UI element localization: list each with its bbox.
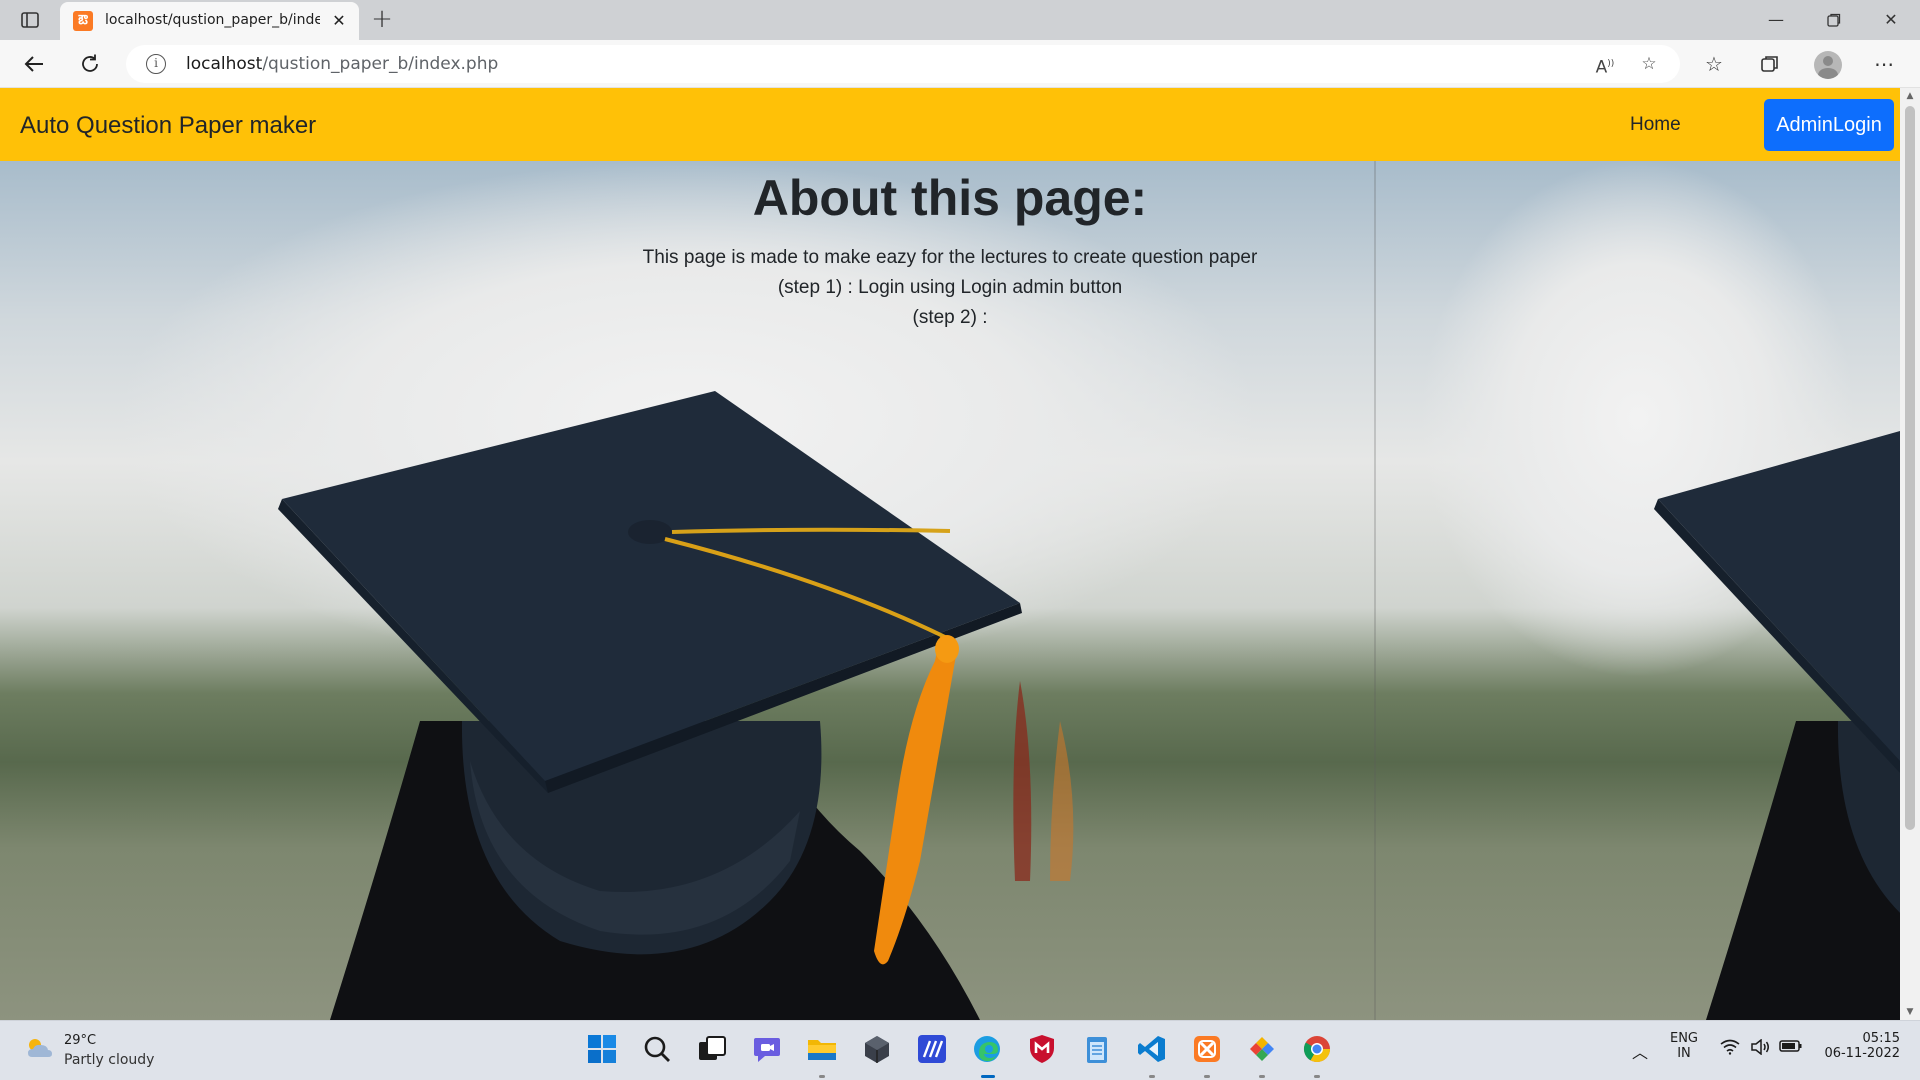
start-icon[interactable] <box>586 1033 618 1065</box>
tab-title: localhost/qustion_paper_b/index.php <box>105 12 320 28</box>
edge-icon[interactable] <box>971 1033 1003 1078</box>
page-scrollbar[interactable]: ▲ ▼ <box>1900 88 1920 1020</box>
battery-icon[interactable] <box>1778 1039 1804 1057</box>
url-text[interactable]: localhost/qustion_paper_b/index.php <box>186 54 498 74</box>
tab-close-icon[interactable]: ✕ <box>328 10 350 32</box>
language-indicator[interactable]: ENG IN <box>1664 1031 1704 1061</box>
browser-tab-bar: ఔ localhost/qustion_paper_b/index.php ✕ … <box>0 0 1920 40</box>
partly-cloudy-icon[interactable] <box>24 1035 54 1061</box>
xampp-icon[interactable] <box>1191 1033 1223 1078</box>
navbar: Auto Question Paper maker Home AdminLogi… <box>0 88 1900 161</box>
notepad-icon[interactable] <box>1081 1033 1113 1065</box>
navbar-brand[interactable]: Auto Question Paper maker <box>20 112 316 140</box>
weather-description[interactable]: Partly cloudy <box>64 1052 154 1068</box>
read-aloud-icon[interactable]: A)) <box>1592 51 1618 78</box>
page-viewport: Auto Question Paper maker Home AdminLogi… <box>0 88 1920 1020</box>
app-mi-icon[interactable] <box>916 1033 948 1065</box>
app-cube-icon[interactable] <box>861 1033 893 1065</box>
scroll-thumb[interactable] <box>1905 106 1915 830</box>
file-explorer-icon[interactable] <box>806 1033 838 1078</box>
new-tab-button[interactable]: + <box>368 6 396 34</box>
favorite-add-icon[interactable]: ☆ <box>1636 51 1662 77</box>
xampp-favicon-icon: ఔ <box>73 11 93 31</box>
weather-temperature[interactable]: 29°C <box>64 1033 96 1048</box>
restore-icon[interactable] <box>1814 6 1854 34</box>
scroll-up-icon[interactable]: ▲ <box>1900 88 1920 104</box>
info-icon[interactable]: i <box>146 54 166 74</box>
browser-tab[interactable]: ఔ localhost/qustion_paper_b/index.php ✕ <box>60 2 359 40</box>
volume-icon[interactable] <box>1748 1038 1772 1059</box>
chrome-icon[interactable] <box>1301 1033 1333 1078</box>
collections-icon[interactable] <box>1754 48 1786 80</box>
window-close-icon[interactable]: ✕ <box>1871 6 1911 34</box>
refresh-icon[interactable] <box>74 48 106 80</box>
favorites-icon[interactable]: ☆ <box>1698 48 1730 80</box>
nav-home-link[interactable]: Home <box>1630 114 1681 136</box>
admin-login-button[interactable]: AdminLogin <box>1764 99 1894 151</box>
back-icon[interactable] <box>18 48 50 80</box>
scroll-down-icon[interactable]: ▼ <box>1900 1004 1920 1020</box>
tray-chevron-up-icon[interactable]: ︿ <box>1632 1039 1648 1063</box>
about-description: This page is made to make eazy for the l… <box>642 247 1258 268</box>
profile-avatar[interactable] <box>1814 51 1842 79</box>
wifi-icon[interactable] <box>1718 1039 1742 1059</box>
browser-toolbar: i localhost/qustion_paper_b/index.php A)… <box>0 40 1920 88</box>
minimize-icon[interactable]: — <box>1756 6 1796 34</box>
clock[interactable]: 05:15 06-11-2022 <box>1810 1031 1900 1061</box>
search-icon[interactable] <box>641 1033 673 1065</box>
app-diamond-icon[interactable] <box>1246 1033 1278 1078</box>
chat-icon[interactable] <box>751 1033 783 1065</box>
tab-actions-icon[interactable] <box>20 10 40 30</box>
windows-taskbar: 29°C Partly cloudy ︿ ENG IN 05:15 06-11-… <box>0 1020 1920 1080</box>
address-bar[interactable]: i localhost/qustion_paper_b/index.php A)… <box>126 45 1680 83</box>
about-title: About this page: <box>752 170 1148 226</box>
task-view-icon[interactable] <box>696 1033 728 1065</box>
mcafee-icon[interactable] <box>1026 1033 1058 1065</box>
vscode-icon[interactable] <box>1136 1033 1168 1078</box>
about-step-2: (step 2) : <box>912 307 988 328</box>
about-step-1: (step 1) : Login using Login admin butto… <box>777 277 1123 298</box>
more-icon[interactable]: ⋯ <box>1868 48 1900 80</box>
